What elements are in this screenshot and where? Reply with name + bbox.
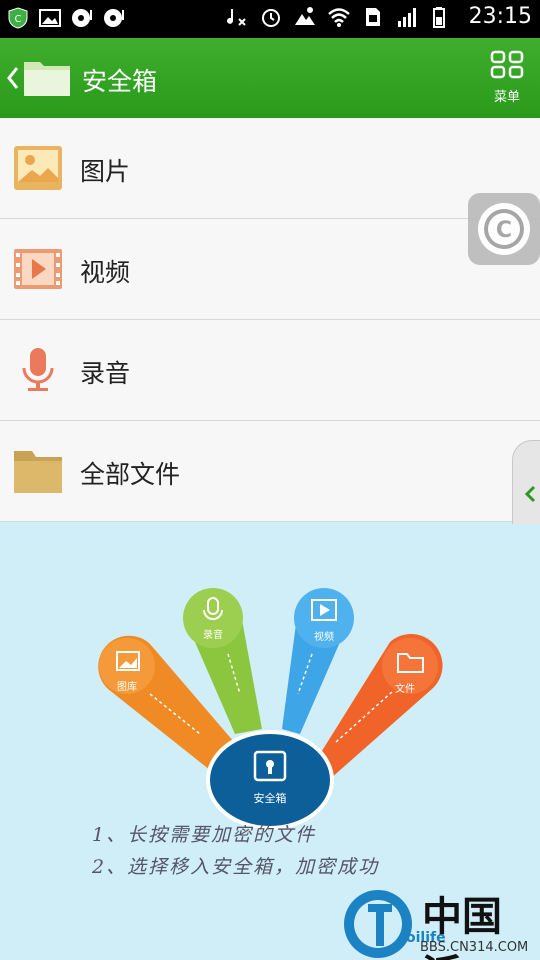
instruction-step-1: 1、长按需要加密的文件: [92, 824, 317, 846]
weather-icon: [294, 6, 315, 25]
picture-icon: [14, 146, 62, 190]
status-bar: C 23:15: [0, 0, 540, 38]
list-item-label: 全部文件: [80, 460, 181, 489]
list-item-label: 图片: [80, 157, 131, 186]
cd-notify-icon: [104, 9, 124, 27]
grid-menu-icon: [490, 50, 524, 79]
video-icon: [14, 249, 62, 289]
svg-text:C: C: [15, 14, 22, 25]
signal-icon: [397, 7, 416, 27]
list-item-all-files[interactable]: 全部文件: [0, 421, 540, 522]
folder-icon: [24, 62, 70, 96]
safe-box-center: 安全箱: [206, 730, 334, 830]
shield-app-icon: C: [8, 7, 28, 29]
petal-label-gallery: 图库: [117, 680, 137, 693]
clock: 23:15: [468, 4, 532, 29]
list-item-pictures[interactable]: 图片: [0, 118, 540, 219]
image-notify-icon: [39, 9, 61, 27]
petal-video: [282, 588, 354, 734]
svg-text:C: C: [496, 218, 512, 243]
petal-label-files: 文件: [395, 682, 415, 695]
cd-notify-icon: [72, 9, 92, 27]
petal-label-video: 视频: [314, 630, 334, 643]
music-mute-icon: [226, 8, 246, 26]
sim-icon: [365, 7, 380, 26]
menu-label: 菜单: [493, 90, 520, 105]
list-item-recordings[interactable]: 录音: [0, 320, 540, 421]
watermark-url: BBS.CN314.COM: [420, 940, 529, 955]
center-label: 安全箱: [254, 791, 287, 805]
list-item-label: 视频: [80, 258, 131, 287]
chevron-left-icon: [524, 485, 536, 503]
action-bar: 安全箱 菜单: [0, 38, 540, 118]
c-logo-icon: C: [478, 203, 530, 255]
menu-button[interactable]: 菜单: [482, 44, 532, 112]
floating-assistant-button[interactable]: C: [468, 193, 540, 265]
chevron-left-icon: [7, 67, 19, 89]
battery-icon: [432, 6, 445, 28]
alarm-icon: [261, 8, 280, 27]
wifi-icon: [327, 7, 350, 27]
folder-icon: [14, 451, 62, 493]
page-title: 安全箱: [82, 67, 158, 96]
petal-label-recording: 录音: [203, 628, 223, 641]
list-item-videos[interactable]: 视频: [0, 219, 540, 320]
microphone-icon: [22, 348, 54, 391]
back-button[interactable]: [0, 38, 78, 118]
petal-files: [320, 633, 443, 779]
category-list: 图片 视频 录音 全部文件: [0, 118, 540, 522]
instruction-step-2: 2、选择移入安全箱，加密成功: [92, 856, 380, 878]
list-item-label: 录音: [80, 359, 131, 388]
